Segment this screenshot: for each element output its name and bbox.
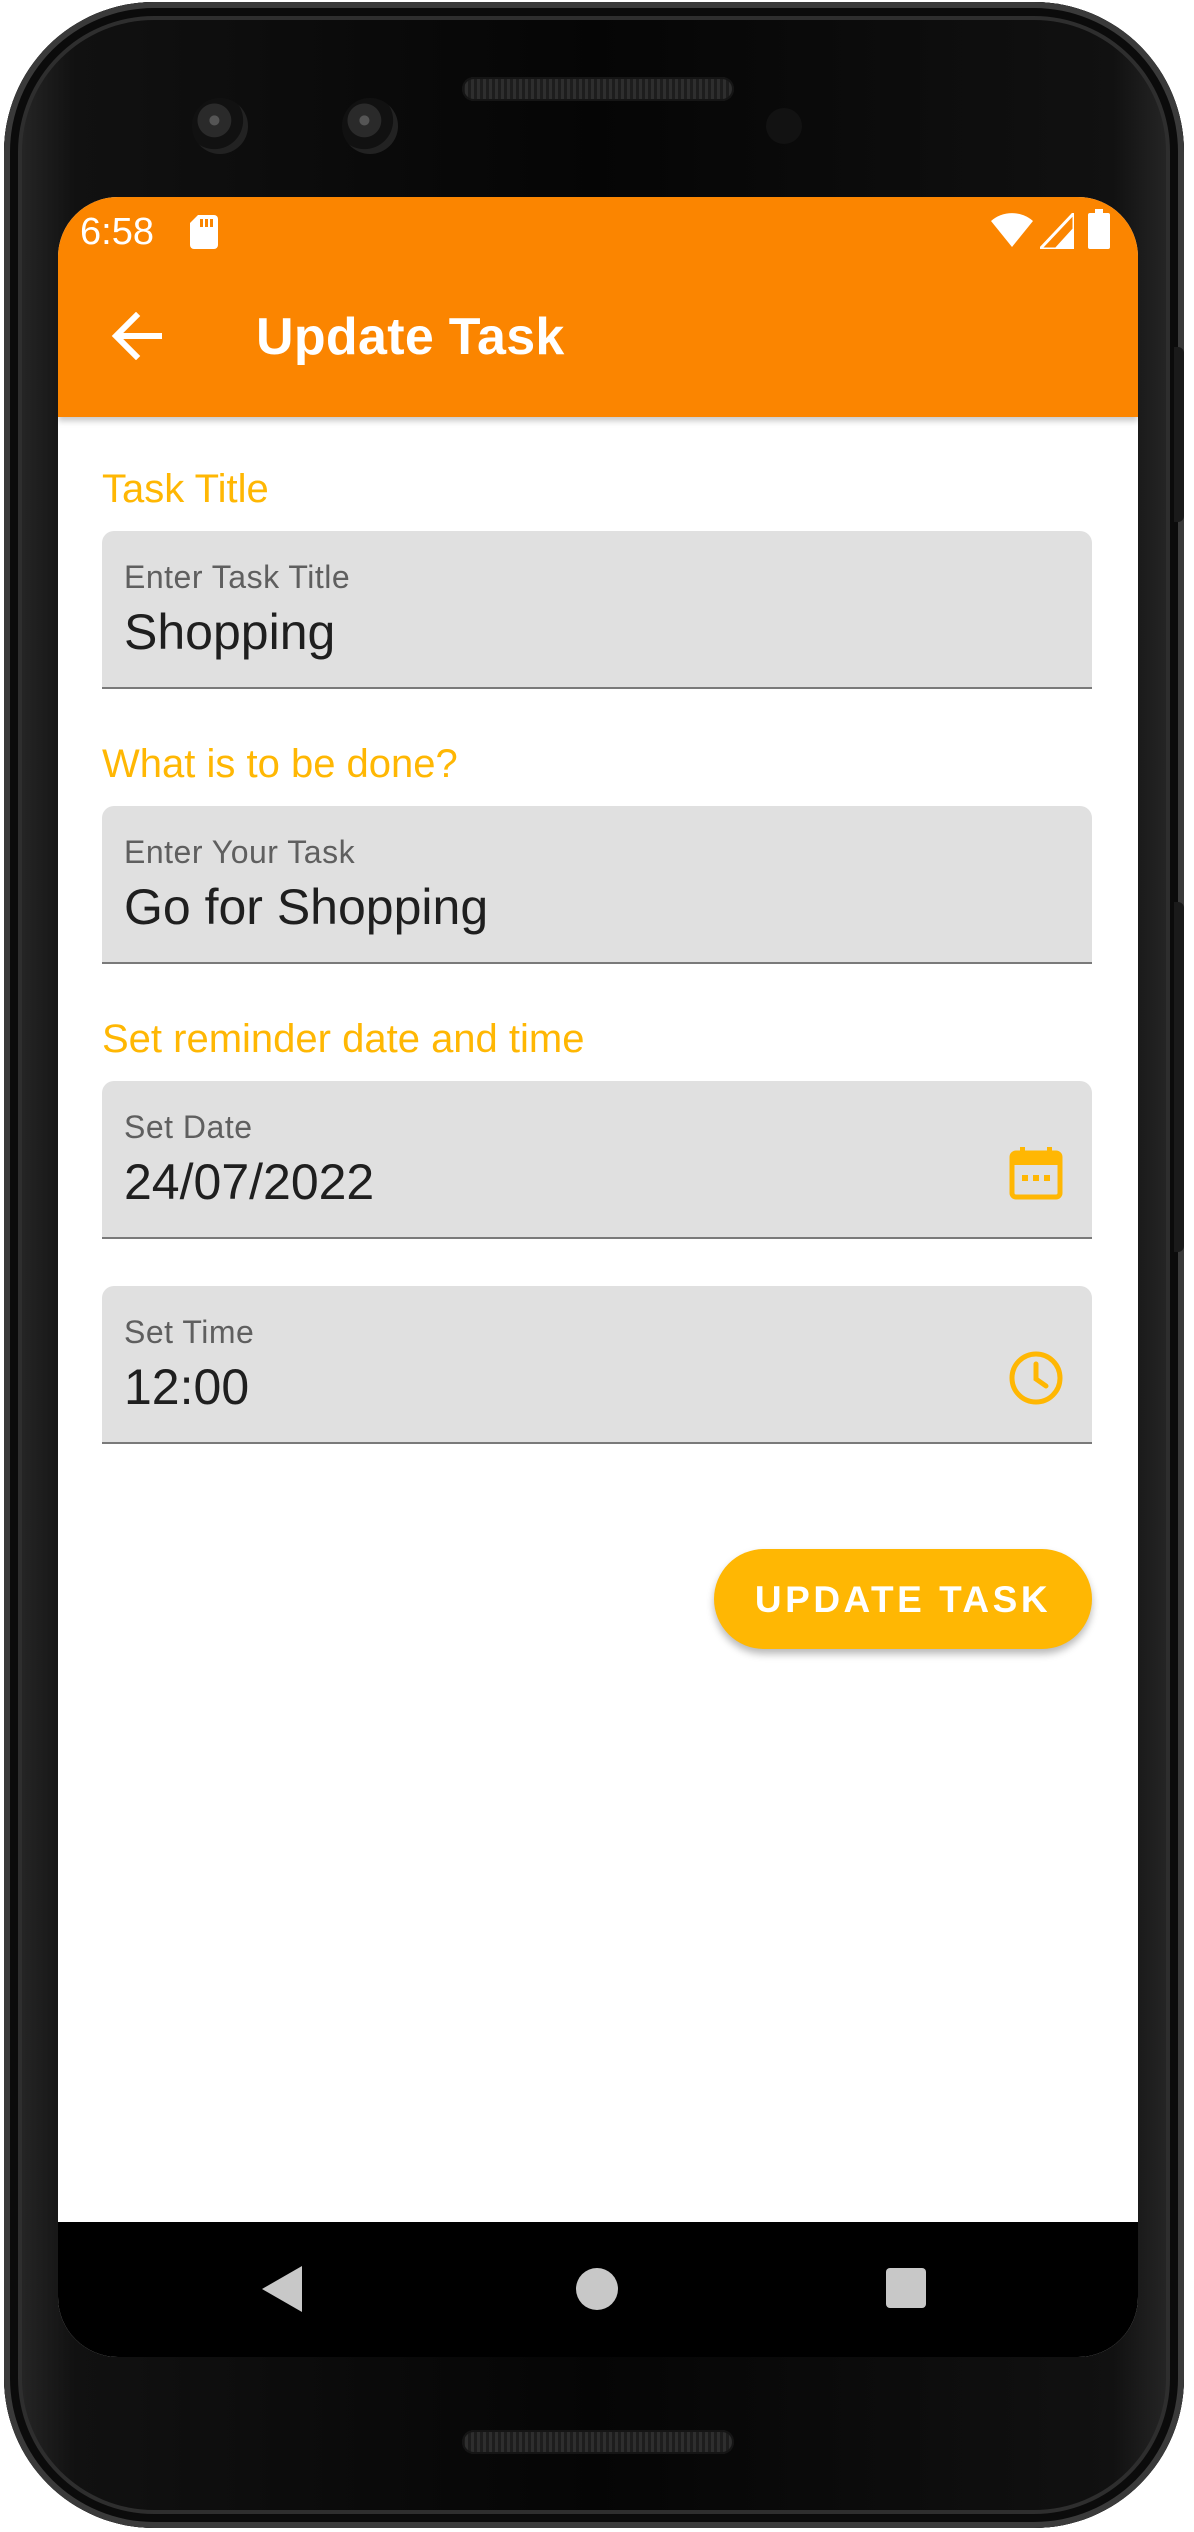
front-camera-right xyxy=(342,98,398,154)
front-camera-left xyxy=(192,98,248,154)
date-input[interactable]: 24/07/2022 xyxy=(124,1153,374,1211)
status-time: 6:58 xyxy=(80,211,154,253)
top-speaker xyxy=(462,77,734,101)
recents-square-icon[interactable] xyxy=(886,2268,926,2308)
time-input[interactable]: 12:00 xyxy=(124,1358,249,1416)
task-title-field-label: Enter Task Title xyxy=(124,559,351,595)
signal-icon xyxy=(1040,213,1074,249)
update-task-button[interactable]: UPDATE TASK xyxy=(714,1549,1092,1649)
bottom-speaker xyxy=(462,2430,734,2454)
reminder-heading: Set reminder date and time xyxy=(102,1017,585,1061)
arrow-back-icon[interactable] xyxy=(110,312,162,360)
app-bar: 6:58 Update Task xyxy=(58,197,1138,417)
task-description-field-label: Enter Your Task xyxy=(124,834,356,870)
home-circle-icon[interactable] xyxy=(576,2268,618,2310)
task-description-heading: What is to be done? xyxy=(102,742,458,786)
time-field-label: Set Time xyxy=(124,1314,255,1350)
date-field-label: Set Date xyxy=(124,1109,253,1145)
volume-button xyxy=(1174,902,1184,1252)
clock-icon[interactable] xyxy=(1008,1350,1064,1406)
status-bar: 6:58 xyxy=(58,197,1138,267)
task-title-input[interactable]: Shopping xyxy=(124,603,335,661)
wifi-icon xyxy=(991,213,1033,247)
task-description-input[interactable]: Go for Shopping xyxy=(124,878,488,936)
task-title-field[interactable]: Enter Task Title Shopping xyxy=(102,531,1092,689)
calendar-icon[interactable] xyxy=(1008,1145,1064,1201)
screen: 6:58 Update Task Task Title Enter Task T… xyxy=(58,197,1138,2357)
battery-icon xyxy=(1088,209,1110,249)
time-field[interactable]: Set Time 12:00 xyxy=(102,1286,1092,1444)
task-description-field[interactable]: Enter Your Task Go for Shopping xyxy=(102,806,1092,964)
task-title-heading: Task Title xyxy=(102,467,269,511)
proximity-sensor xyxy=(766,108,802,144)
back-triangle-icon[interactable] xyxy=(260,2264,304,2314)
page-title: Update Task xyxy=(256,308,565,366)
power-button xyxy=(1174,347,1184,522)
sd-card-icon xyxy=(190,215,218,249)
system-nav-bar xyxy=(58,2222,1138,2357)
date-field[interactable]: Set Date 24/07/2022 xyxy=(102,1081,1092,1239)
phone-frame: 6:58 Update Task Task Title Enter Task T… xyxy=(4,2,1184,2528)
